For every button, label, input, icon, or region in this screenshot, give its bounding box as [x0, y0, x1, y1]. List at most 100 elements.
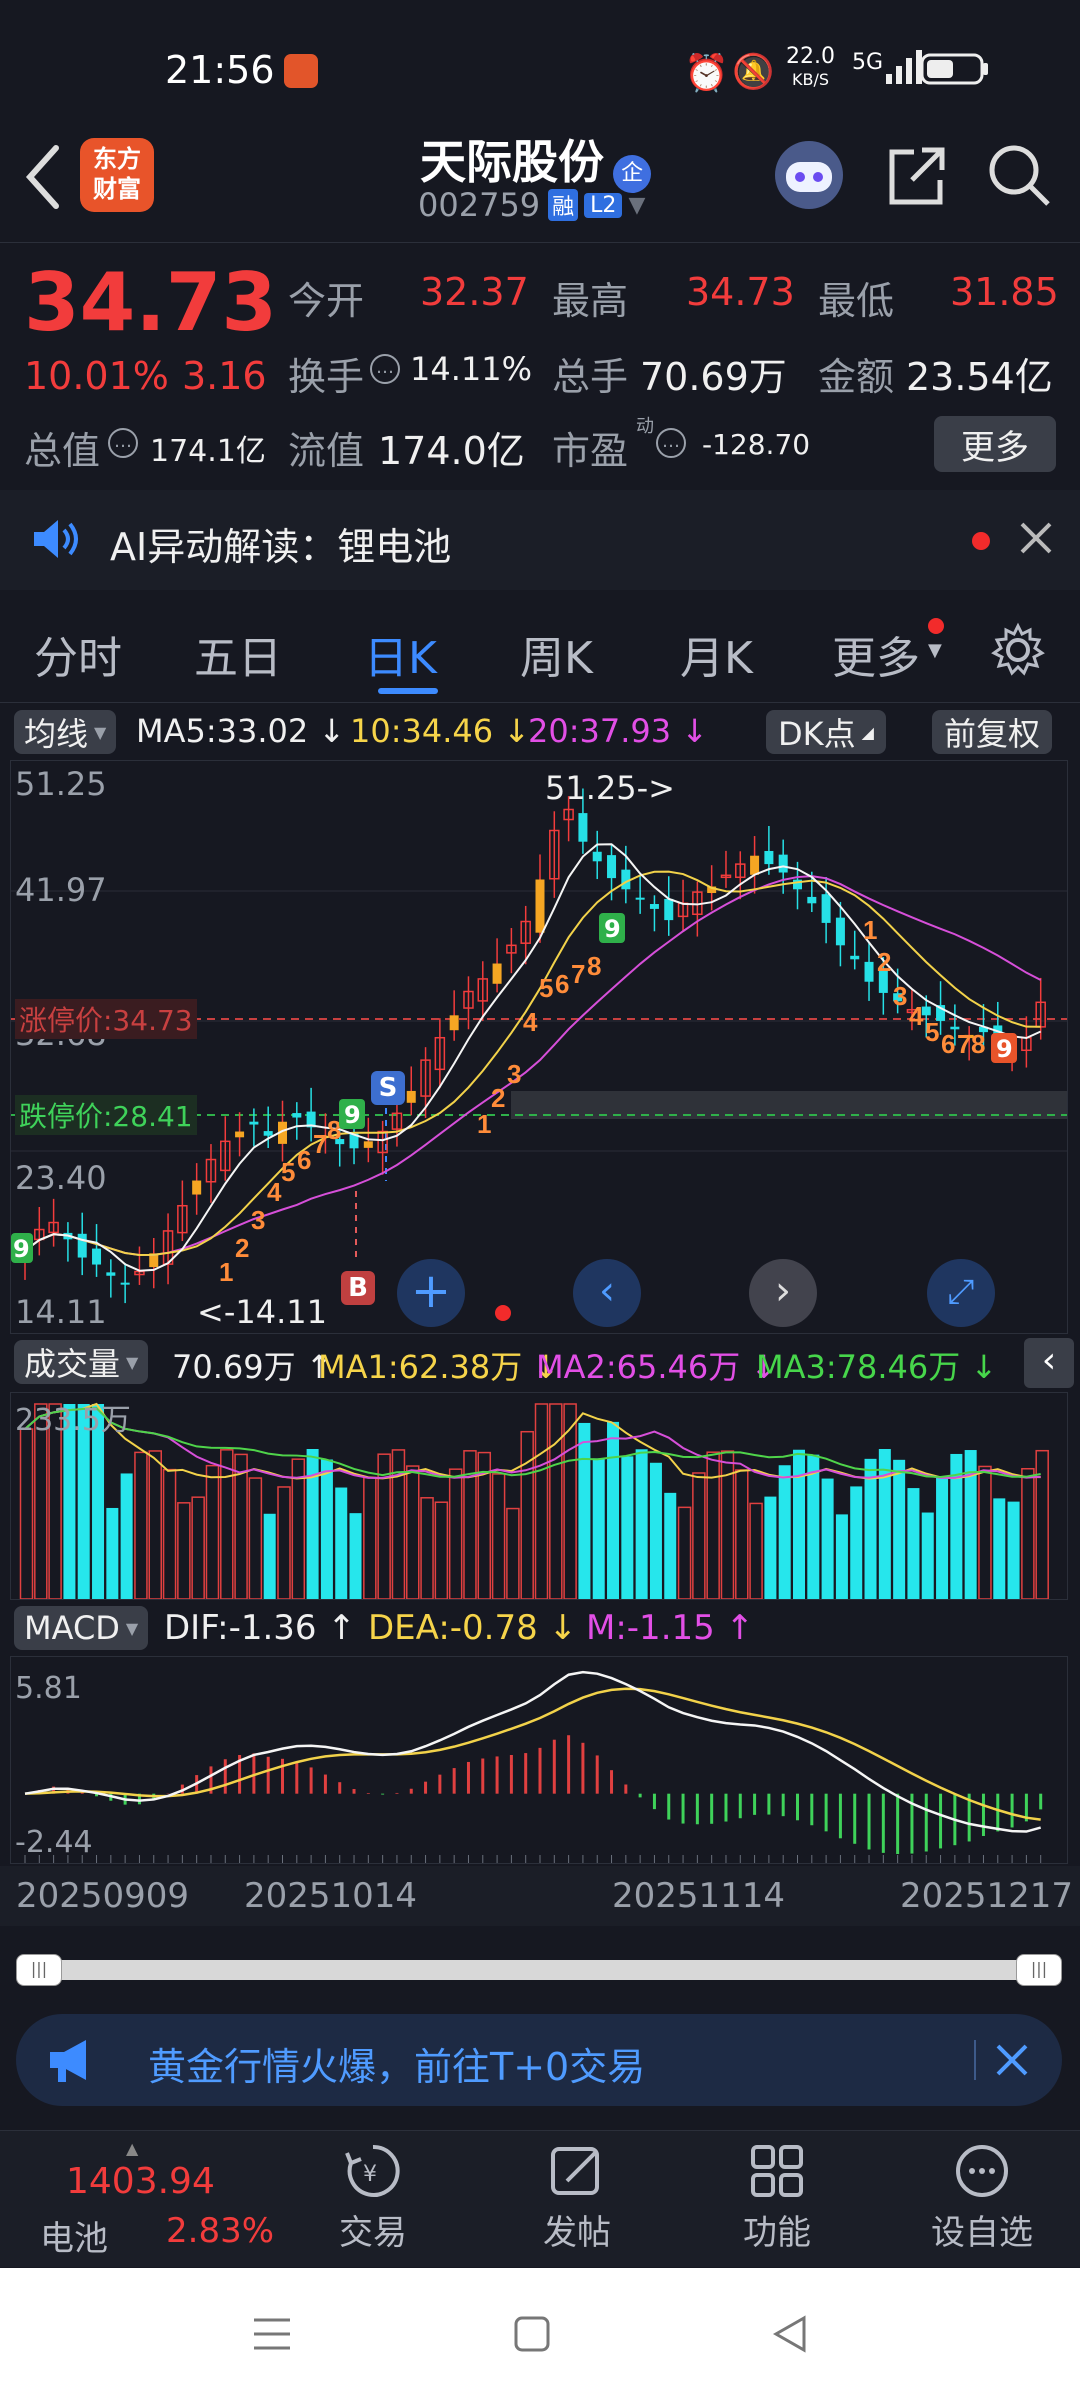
candle-body: [77, 1233, 87, 1258]
robot-assistant-icon[interactable]: [772, 138, 846, 216]
current-price: 34.73: [24, 256, 278, 349]
volume-bar: [420, 1497, 434, 1599]
nav-trade[interactable]: ¥ 交易: [318, 2141, 428, 2254]
tab-more[interactable]: 更多: [832, 622, 920, 686]
candle-body: [292, 1113, 302, 1118]
svg-text:4: 4: [523, 1007, 538, 1037]
settings-gear-icon[interactable]: [990, 622, 1046, 682]
candle-body: [607, 855, 617, 879]
search-icon[interactable]: [986, 142, 1052, 212]
mcap-label: 总值: [24, 429, 101, 473]
turnover-value: 14.11%: [410, 350, 533, 388]
fullscreen-button[interactable]: ⤢: [927, 1259, 995, 1327]
tab-monthly-k[interactable]: 月K: [680, 622, 753, 686]
nav-post[interactable]: 发帖: [522, 2141, 632, 2254]
svg-text:8: 8: [971, 1029, 985, 1059]
signal-icon: [884, 50, 924, 86]
nav-watchlist[interactable]: 设自选: [922, 2141, 1042, 2254]
svg-text:5: 5: [281, 1157, 295, 1187]
svg-text:9: 9: [604, 915, 621, 943]
volume-select-caret-icon: ▼: [126, 1352, 139, 1372]
buy-marker[interactable]: B: [341, 1271, 375, 1305]
more-button[interactable]: 更多: [934, 416, 1056, 472]
dk-point-select[interactable]: DK点 ◢: [766, 710, 886, 754]
volume-bar: [778, 1465, 791, 1599]
macd-svg: [24, 1670, 1043, 1863]
change-pct: 10.01%: [24, 354, 169, 398]
megaphone-icon: [46, 2036, 98, 2088]
scroll-left-button[interactable]: ‹: [573, 1259, 641, 1327]
dk-point-label: DK点: [778, 715, 856, 753]
ma-select[interactable]: 均线 ▼: [14, 710, 117, 754]
volume-chart[interactable]: 233.5万: [10, 1392, 1068, 1600]
sell-marker[interactable]: S: [371, 1071, 405, 1105]
volume-bar: [363, 1476, 377, 1599]
tab-daily-k[interactable]: 日K: [364, 622, 437, 686]
tab-intraday[interactable]: 分时: [34, 622, 122, 686]
index-widget[interactable]: ▲ 1403.94 电池 2.83%: [20, 2139, 280, 2261]
share-icon[interactable]: [884, 144, 948, 212]
mcap-info-icon[interactable]: …: [108, 428, 138, 458]
range-scroller[interactable]: ||| |||: [16, 1954, 1062, 1986]
tab-five-day[interactable]: 五日: [194, 622, 282, 686]
index-pct: 2.83%: [166, 2211, 275, 2251]
candle-body: [649, 904, 659, 909]
ai-banner[interactable]: AI异动解读：锂电池: [0, 490, 1080, 590]
volume-bar: [1021, 1467, 1035, 1599]
svg-text:7: 7: [571, 959, 585, 989]
promo-text: 黄金行情火爆，前往T+0交易: [148, 2045, 646, 2089]
volume-bar: [706, 1451, 720, 1599]
nav-function[interactable]: 功能: [722, 2141, 832, 2254]
volume-bar: [277, 1486, 291, 1599]
dropdown-icon[interactable]: ▼: [628, 193, 645, 218]
volume-select[interactable]: 成交量 ▼: [14, 1340, 149, 1384]
scroll-right-button[interactable]: ›: [749, 1259, 817, 1327]
turnover-label: 换手: [288, 355, 365, 399]
adjust-select[interactable]: 前复权: [932, 710, 1053, 754]
back-icon[interactable]: [20, 142, 64, 216]
volume-max-label: 233.5万: [15, 1403, 131, 1438]
volume-bar: [807, 1454, 820, 1599]
range-handle-right[interactable]: |||: [1016, 1954, 1062, 1986]
network-type: 5G: [852, 50, 884, 75]
home-icon[interactable]: [512, 2314, 552, 2358]
candle-body: [807, 896, 817, 904]
date-axis: 20250909 20251014 20251114 20251217: [0, 1866, 1080, 1926]
limit-down-label: 跌停价:28.41: [15, 1095, 197, 1135]
volume-bar: [220, 1449, 234, 1599]
volume-bar: [893, 1459, 906, 1599]
low-label: 最低: [818, 279, 895, 323]
promo-close-icon[interactable]: [992, 2040, 1032, 2084]
pe-info-icon[interactable]: …: [656, 428, 686, 458]
nav-watchlist-label: 设自选: [931, 2213, 1033, 2253]
svg-text:3: 3: [507, 1059, 521, 1089]
volume-bar: [993, 1498, 1006, 1599]
macd-chart[interactable]: 5.81 -2.44: [10, 1656, 1068, 1864]
kline-chart[interactable]: 12345678 12345678 12345678 9 9 9 9 51.25…: [10, 760, 1068, 1334]
float-value: 174.0亿: [378, 429, 525, 473]
volume-bar: [406, 1465, 420, 1599]
tab-weekly-k[interactable]: 周K: [520, 622, 593, 686]
promo-banner[interactable]: 黄金行情火爆，前往T+0交易: [16, 2014, 1062, 2106]
open-label: 今开: [288, 279, 365, 323]
candle-body: [750, 855, 760, 875]
volume-bar: [821, 1478, 834, 1599]
macd-select[interactable]: MACD ▼: [14, 1606, 149, 1650]
info-icon[interactable]: …: [370, 354, 400, 384]
red-dot: [972, 532, 990, 550]
zoom-in-button[interactable]: +: [397, 1259, 465, 1327]
back-nav-icon[interactable]: [770, 2314, 810, 2358]
range-handle-left[interactable]: |||: [16, 1954, 62, 1986]
svg-text:5: 5: [925, 1017, 939, 1047]
collapse-button[interactable]: ‹: [1024, 1338, 1074, 1388]
candle-body: [778, 854, 788, 873]
volume-bar: [448, 1468, 463, 1599]
date-1: 20250909: [16, 1876, 190, 1916]
trade-icon: ¥: [318, 2141, 428, 2205]
volume-bar: [835, 1514, 848, 1599]
close-icon[interactable]: [1016, 518, 1056, 562]
stock-code: 002759: [418, 186, 541, 224]
menu-icon[interactable]: [252, 2314, 292, 2358]
app-logo[interactable]: 东方财富: [80, 138, 154, 212]
index-name: 电池: [40, 2219, 108, 2259]
